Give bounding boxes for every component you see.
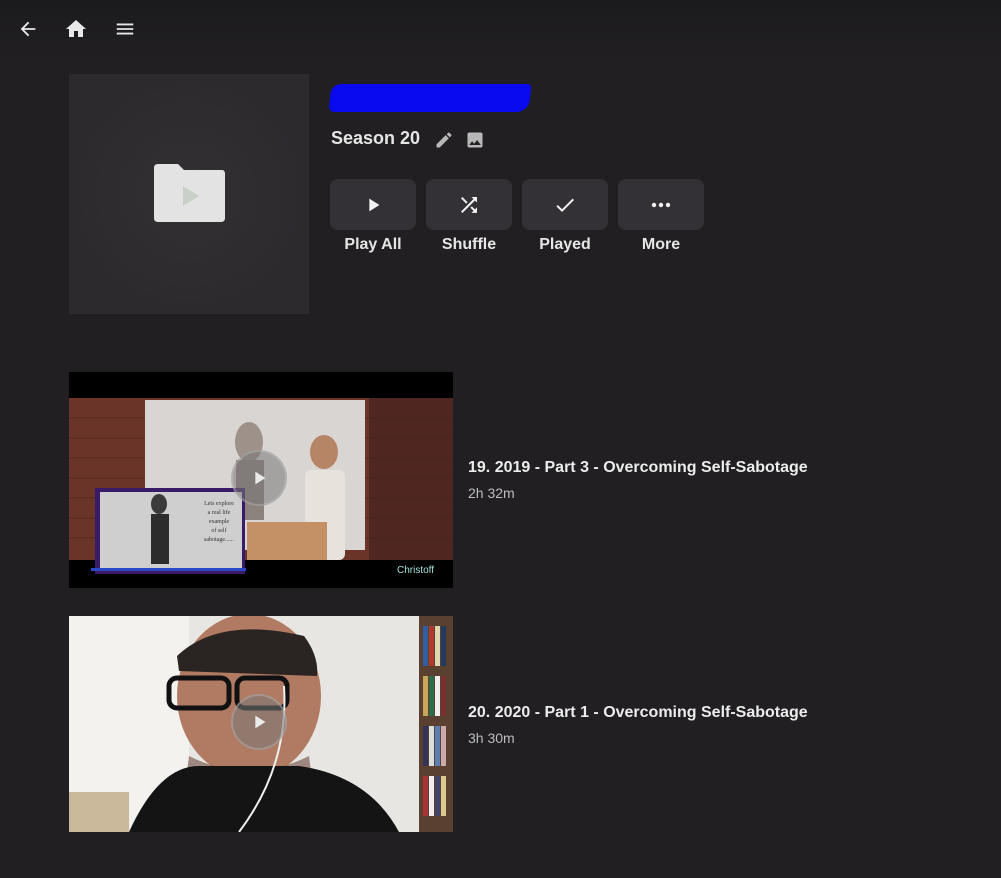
play-all-button[interactable]: Play All xyxy=(330,179,416,254)
play-icon xyxy=(255,471,266,485)
episode-thumbnail[interactable]: Lets explore a real life example of self… xyxy=(69,372,453,588)
svg-text:example: example xyxy=(209,519,230,525)
play-overlay-button[interactable] xyxy=(231,694,287,750)
episode-row[interactable]: 20. 2020 - Part 1 - Overcoming Self-Sabo… xyxy=(69,616,969,832)
season-poster xyxy=(69,74,309,314)
more-button[interactable]: More xyxy=(618,179,704,254)
svg-text:of self: of self xyxy=(211,527,226,534)
svg-text:Lets explore: Lets explore xyxy=(204,501,234,507)
back-button[interactable] xyxy=(13,14,43,44)
shuffle-button[interactable]: Shuffle xyxy=(426,179,512,254)
shuffle-pill[interactable] xyxy=(426,179,512,230)
folder-video-icon xyxy=(154,164,225,222)
more-pill[interactable] xyxy=(618,179,704,230)
episode-title[interactable]: 20. 2020 - Part 1 - Overcoming Self-Sabo… xyxy=(468,704,808,722)
episode-thumbnail[interactable] xyxy=(69,616,453,832)
edit-metadata-button[interactable] xyxy=(434,130,454,150)
played-button[interactable]: Played xyxy=(522,179,608,254)
play-overlay-button[interactable] xyxy=(231,450,287,506)
edit-images-button[interactable] xyxy=(465,130,485,150)
more-label: More xyxy=(641,236,681,253)
episode-duration: 2h 32m xyxy=(468,485,515,501)
top-bar xyxy=(0,0,1001,58)
svg-text:sabotage......: sabotage...... xyxy=(204,537,234,543)
episode-duration: 3h 30m xyxy=(468,730,515,746)
redaction-mark xyxy=(328,84,532,112)
play-icon xyxy=(369,198,380,211)
svg-text:a real life: a real life xyxy=(208,509,231,516)
home-button[interactable] xyxy=(61,14,91,44)
check-icon xyxy=(556,198,574,212)
menu-button[interactable] xyxy=(110,14,140,44)
episode-title[interactable]: 19. 2019 - Part 3 - Overcoming Self-Sabo… xyxy=(468,459,808,477)
play-all-pill[interactable] xyxy=(330,179,416,230)
play-all-label: Play All xyxy=(344,236,402,253)
season-title: Season 20 xyxy=(331,128,421,148)
image-icon xyxy=(467,132,483,148)
played-pill[interactable] xyxy=(522,179,608,230)
episode-row[interactable]: Lets explore a real life example of self… xyxy=(69,372,969,588)
pencil-icon xyxy=(436,132,452,148)
shuffle-label: Shuffle xyxy=(441,236,497,253)
svg-text:Christoff: Christoff xyxy=(397,565,434,576)
home-icon xyxy=(66,20,86,37)
played-label: Played xyxy=(539,236,591,253)
more-icon xyxy=(651,202,671,207)
hamburger-menu-icon xyxy=(116,23,134,35)
play-icon xyxy=(255,715,266,729)
shuffle-icon xyxy=(461,196,477,213)
arrow-left-icon xyxy=(20,21,36,37)
